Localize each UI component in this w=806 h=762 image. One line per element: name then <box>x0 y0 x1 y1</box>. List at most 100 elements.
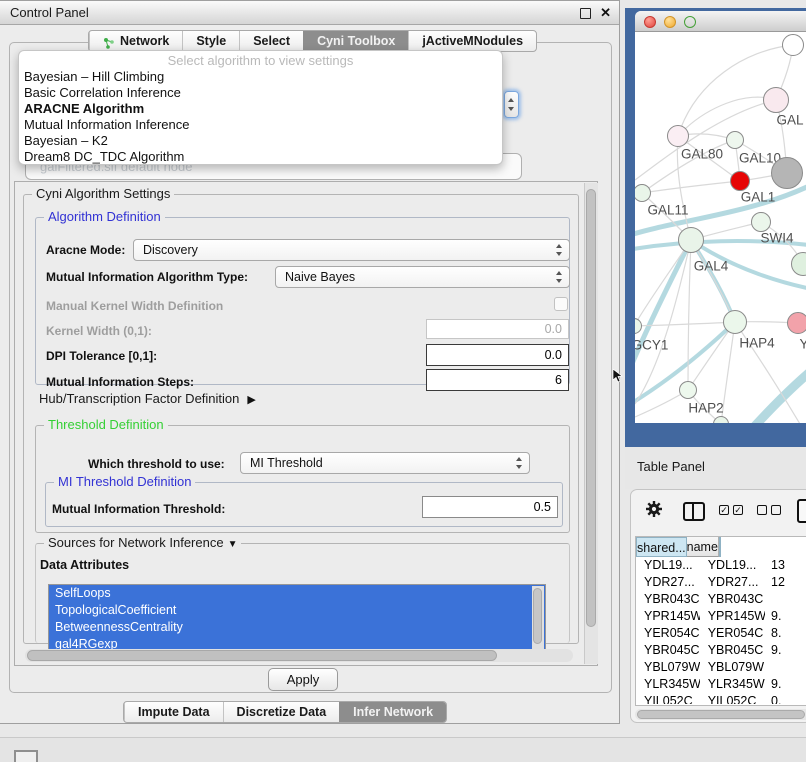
table-row[interactable]: YBL079W YBL079W <box>636 659 806 676</box>
tab[interactable]: Network <box>89 31 182 51</box>
attribute-item[interactable]: SelfLoops <box>49 585 545 602</box>
float-window-icon[interactable] <box>580 8 591 19</box>
control-panel-window: Control Panel ✕ Network Style Select Cyn <box>0 0 620 724</box>
table-row[interactable]: YBR045C YBR045C 9. <box>636 642 806 659</box>
tab[interactable]: Infer Network <box>339 702 446 722</box>
dpi-tolerance-field[interactable] <box>426 344 569 366</box>
cell-shared-name: YPR145W <box>636 608 700 625</box>
table-row[interactable]: YIL052C YIL052C 0. <box>636 693 806 704</box>
apply-button[interactable]: Apply <box>268 668 338 691</box>
tab[interactable]: Select <box>239 31 303 51</box>
table-row[interactable]: YDR27... YDR27... 12 <box>636 574 806 591</box>
dropdown-item[interactable]: Mutual Information Inference <box>19 117 502 133</box>
tab[interactable]: jActiveMNodules <box>408 31 536 51</box>
tab[interactable]: Impute Data <box>124 702 223 722</box>
aracne-mode-select[interactable]: Discovery <box>133 239 570 261</box>
node-gal10[interactable] <box>726 131 744 149</box>
node-gal80[interactable] <box>667 125 689 147</box>
cell-shared-name: YBR045C <box>636 642 700 659</box>
algorithm-dropdown-list: Select algorithm to view settings Bayesi… <box>18 50 503 165</box>
network-canvas[interactable]: GALGAL80GAL10GAL1GAL11SWI4GAL4GCY1HAP4YH… <box>635 32 806 423</box>
dropdown-item[interactable]: Dream8 DC_TDC Algorithm <box>19 149 502 165</box>
node-y[interactable] <box>787 312 806 334</box>
expanded-arrow-icon[interactable]: ▼ <box>228 539 238 550</box>
mi-type-select[interactable]: Naive Bayes <box>275 266 570 288</box>
minimized-panel-icon[interactable] <box>14 750 38 762</box>
manual-kernel-checkbox[interactable] <box>554 297 568 311</box>
network-window-titlebar <box>635 11 806 32</box>
settings-vertical-scrollbar[interactable] <box>584 183 598 664</box>
tab[interactable]: Style <box>182 31 239 51</box>
cell-value <box>765 591 806 608</box>
dropdown-placeholder: Select algorithm to view settings <box>19 52 502 69</box>
mouse-cursor <box>613 369 623 383</box>
node[interactable] <box>771 157 803 189</box>
sources-group: Sources for Network Inference▼ Data Attr… <box>35 543 570 643</box>
node-label: HAP2 <box>688 401 723 416</box>
cell-value: 12 <box>765 574 806 591</box>
dropdown-items: Bayesian – Hill Climbing Basic Correlati… <box>19 69 502 165</box>
partial-icon[interactable] <box>797 499 806 523</box>
zoom-traffic-light-icon[interactable] <box>684 16 696 28</box>
table-row[interactable]: YER054C YER054C 8. <box>636 625 806 642</box>
node-gal[interactable] <box>763 87 789 113</box>
node[interactable] <box>782 34 804 56</box>
close-traffic-light-icon[interactable] <box>644 16 656 28</box>
gear-icon[interactable] <box>645 500 663 523</box>
column-header[interactable]: name <box>687 537 719 557</box>
dropdown-item[interactable]: Bayesian – Hill Climbing <box>19 69 502 85</box>
tab[interactable]: Discretize Data <box>223 702 340 722</box>
attribute-item[interactable]: TopologicalCoefficient <box>49 602 545 619</box>
table-rows: YDL19... YDL19... 13 YDR27... YDR27... 1… <box>636 557 806 704</box>
cell-shared-name: YLR345W <box>636 676 700 693</box>
tab-label: jActiveMNodules <box>422 31 523 51</box>
mi-threshold-group: MI Threshold Definition Mutual Informati… <box>45 482 563 527</box>
node-hap2[interactable] <box>679 381 697 399</box>
mi-threshold-field[interactable] <box>422 496 558 518</box>
mi-type-label: Mutual Information Algorithm Type: <box>46 270 248 284</box>
dropdown-item[interactable]: Basic Correlation Inference <box>19 85 502 101</box>
network-tab-icon <box>103 35 115 47</box>
cell-name: YER054C <box>700 625 765 642</box>
dropdown-item[interactable]: Bayesian – K2 <box>19 133 502 149</box>
hub-factor-section[interactable]: Hub/Transcription Factor Definition▶ <box>39 391 256 406</box>
mi-steps-field[interactable] <box>426 369 569 391</box>
table-row[interactable]: YBR043C YBR043C <box>636 591 806 608</box>
table-panel: ✓✓ shared... name YDL19... YDL19... 13 <box>630 489 806 723</box>
sources-title: Sources for Network Inference▼ <box>44 535 241 550</box>
tab[interactable]: Cyni Toolbox <box>303 31 408 51</box>
mi-threshold-title: MI Threshold Definition <box>54 474 195 489</box>
node-hap4[interactable] <box>723 310 747 334</box>
table-row[interactable]: YLR345W YLR345W 9. <box>636 676 806 693</box>
kernel-width-label: Kernel Width (0,1): <box>46 324 152 338</box>
node-gal1[interactable] <box>730 171 750 191</box>
column-header[interactable]: shared... <box>636 537 687 557</box>
dropdown-item[interactable]: ARACNE Algorithm <box>19 101 502 117</box>
minimize-traffic-light-icon[interactable] <box>664 16 676 28</box>
cell-value <box>765 659 806 676</box>
node-swi4[interactable] <box>751 212 771 232</box>
table-horizontal-scrollbar[interactable] <box>635 709 806 720</box>
attributes-scrollbar[interactable] <box>532 586 544 650</box>
tab-label: Discretize Data <box>237 702 327 722</box>
kernel-width-field[interactable] <box>426 319 569 339</box>
attribute-item[interactable]: BetweennessCentrality <box>49 619 545 636</box>
combo-stepper-icon <box>555 243 564 257</box>
column-header[interactable] <box>719 537 721 557</box>
settings-scrollpane: Cyni Algorithm Settings Algorithm Defini… <box>14 181 598 666</box>
table-row[interactable]: YDL19... YDL19... 13 <box>636 557 806 574</box>
table-header-row: shared... name <box>636 537 806 557</box>
aracne-mode-label: Aracne Mode: <box>46 243 125 257</box>
which-threshold-select[interactable]: MI Threshold <box>240 452 530 474</box>
settings-horizontal-scrollbar[interactable] <box>25 649 573 662</box>
close-window-icon[interactable]: ✕ <box>600 1 611 25</box>
node-gal4[interactable] <box>678 227 704 253</box>
cell-name: YDL19... <box>700 557 765 574</box>
select-all-icon[interactable]: ✓✓ <box>719 505 743 515</box>
node-label: GAL80 <box>681 147 723 162</box>
deselect-all-icon[interactable] <box>757 505 781 515</box>
split-panel-icon[interactable] <box>683 502 705 521</box>
algorithm-combo-stepper[interactable] <box>504 91 519 118</box>
table-row[interactable]: YPR145W YPR145W 9. <box>636 608 806 625</box>
hub-factor-label: Hub/Transcription Factor Definition <box>39 391 239 406</box>
